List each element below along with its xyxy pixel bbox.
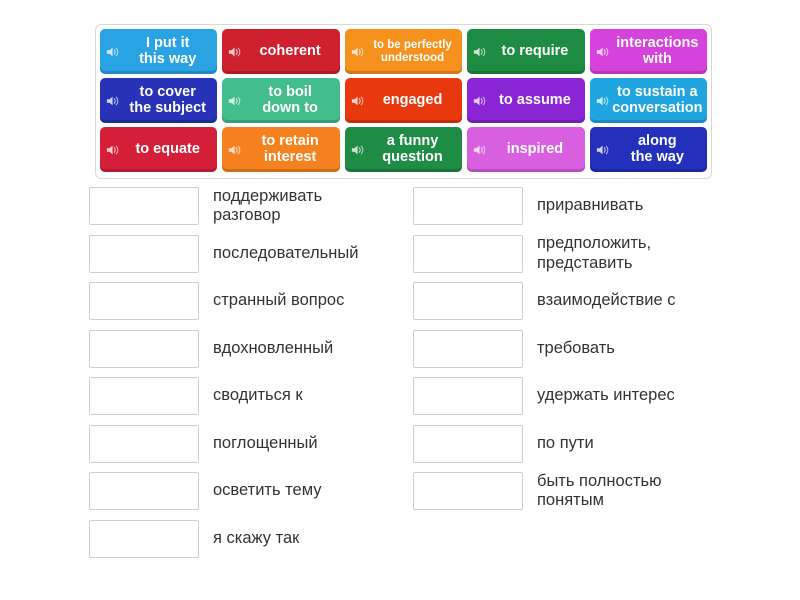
drop-zone[interactable] xyxy=(89,234,199,273)
word-tile[interactable]: interactions with xyxy=(589,29,708,74)
word-tile[interactable]: to equate xyxy=(100,127,218,172)
drop-zone[interactable] xyxy=(89,329,199,368)
drop-zone[interactable] xyxy=(89,424,199,463)
answer-label: быть полностью понятым xyxy=(537,471,662,509)
speaker-icon[interactable] xyxy=(473,143,487,157)
drop-zone[interactable] xyxy=(89,472,199,510)
word-tile-label: to boil down to xyxy=(262,84,318,116)
word-tile-label: a funny question xyxy=(382,133,443,165)
answer-row: быть полностью понятым xyxy=(413,471,743,511)
word-tile-label: to sustain a conversation xyxy=(612,84,703,116)
answer-label: странный вопрос xyxy=(213,291,345,310)
answer-row: удержать интерес xyxy=(413,376,743,416)
word-tile-label: inspired xyxy=(506,140,564,157)
word-tile-label: to equate xyxy=(135,140,200,157)
answer-row: по пути xyxy=(413,424,743,464)
answer-label: поглощенный xyxy=(213,433,318,452)
drop-zone[interactable] xyxy=(413,187,523,225)
word-tile-label: interactions with xyxy=(616,35,699,67)
tile-row: to equate to retain interest a funny quest… xyxy=(100,127,708,172)
drop-zone[interactable] xyxy=(413,234,523,273)
speaker-icon[interactable] xyxy=(596,45,610,59)
speaker-icon[interactable] xyxy=(596,94,610,108)
drop-zone[interactable] xyxy=(413,377,523,415)
answer-label: по пути xyxy=(537,433,594,452)
speaker-icon[interactable] xyxy=(351,94,365,108)
drop-zone[interactable] xyxy=(413,472,523,510)
word-tile-label: to be perfectly understood xyxy=(373,39,452,64)
answer-label: приравнивать xyxy=(537,196,644,215)
answer-label: поддерживать разговор xyxy=(213,186,323,224)
word-tile[interactable]: to assume xyxy=(467,78,585,123)
word-tile[interactable]: a funny question xyxy=(344,127,463,172)
answer-label: осветить тему xyxy=(213,481,322,500)
drop-zone[interactable] xyxy=(89,519,199,558)
drop-zone[interactable] xyxy=(89,187,199,225)
speaker-icon[interactable] xyxy=(351,45,365,59)
answer-row: поглощенный xyxy=(89,424,409,464)
answer-row: последовательный xyxy=(89,234,409,274)
tile-bank: I put it this way coherent to be perfectly… xyxy=(95,24,712,179)
speaker-icon[interactable] xyxy=(228,143,242,157)
answer-row: странный вопрос xyxy=(89,281,409,321)
word-tile[interactable]: engaged xyxy=(344,78,463,123)
drop-zone[interactable] xyxy=(413,424,523,463)
answer-label: сводиться к xyxy=(213,386,303,405)
drop-zone[interactable] xyxy=(413,329,523,368)
answer-label: предположить, представить xyxy=(537,234,652,272)
speaker-icon[interactable] xyxy=(228,45,242,59)
word-tile[interactable]: I put it this way xyxy=(100,29,218,74)
word-tile[interactable]: to cover the subject xyxy=(100,78,218,123)
speaker-icon[interactable] xyxy=(351,143,365,157)
word-tile[interactable]: to be perfectly understood xyxy=(344,29,463,74)
word-tile[interactable]: to boil down to xyxy=(222,78,340,123)
answer-row: предположить, представить xyxy=(413,234,743,274)
tile-row: to cover the subject to boil down to engag… xyxy=(100,78,708,123)
speaker-icon[interactable] xyxy=(106,94,120,108)
speaker-icon[interactable] xyxy=(473,45,487,59)
word-tile[interactable]: coherent xyxy=(222,29,340,74)
speaker-icon[interactable] xyxy=(106,143,120,157)
speaker-icon[interactable] xyxy=(106,45,120,59)
answer-row: требовать xyxy=(413,329,743,369)
word-tile[interactable]: to sustain a conversation xyxy=(589,78,708,123)
answer-row: сводиться к xyxy=(89,376,409,416)
answer-label: я скажу так xyxy=(213,528,300,547)
speaker-icon[interactable] xyxy=(596,143,610,157)
word-tile-label: to retain interest xyxy=(261,133,319,165)
answer-label: требовать xyxy=(537,338,615,357)
word-tile-label: I put it this way xyxy=(139,35,197,67)
word-tile-label: to require xyxy=(501,42,569,59)
word-tile-label: engaged xyxy=(382,91,443,108)
word-tile-label: to assume xyxy=(499,91,571,108)
answer-row: взаимодействие с xyxy=(413,281,743,321)
match-up-activity: I put it this way coherent to be perfectly… xyxy=(0,0,800,600)
answer-label: последовательный xyxy=(213,243,359,262)
answer-row: приравнивать xyxy=(413,186,743,226)
speaker-icon[interactable] xyxy=(228,94,242,108)
word-tile[interactable]: to retain interest xyxy=(222,127,340,172)
answer-column-right: приравнивать предположить, представить вза… xyxy=(413,186,743,519)
drop-zone[interactable] xyxy=(89,282,199,320)
answer-row: поддерживать разговор xyxy=(89,186,409,226)
answer-label: взаимодействие с xyxy=(537,291,676,310)
answer-label: удержать интерес xyxy=(537,386,675,405)
word-tile-label: along the way xyxy=(630,133,684,165)
answer-column-left: поддерживать разговор последовательный стр… xyxy=(89,186,409,566)
word-tile[interactable]: to require xyxy=(467,29,585,74)
word-tile-label: to cover the subject xyxy=(129,84,206,116)
answer-row: вдохновленный xyxy=(89,329,409,369)
word-tile-label: coherent xyxy=(259,42,321,59)
drop-zone[interactable] xyxy=(89,377,199,415)
answer-row: я скажу так xyxy=(89,519,409,559)
word-tile[interactable]: along the way xyxy=(589,127,708,172)
speaker-icon[interactable] xyxy=(473,94,487,108)
answer-label: вдохновленный xyxy=(213,338,334,357)
tile-row: I put it this way coherent to be perfectly… xyxy=(100,29,708,74)
drop-zone[interactable] xyxy=(413,282,523,320)
answer-row: осветить тему xyxy=(89,471,409,511)
word-tile[interactable]: inspired xyxy=(467,127,585,172)
